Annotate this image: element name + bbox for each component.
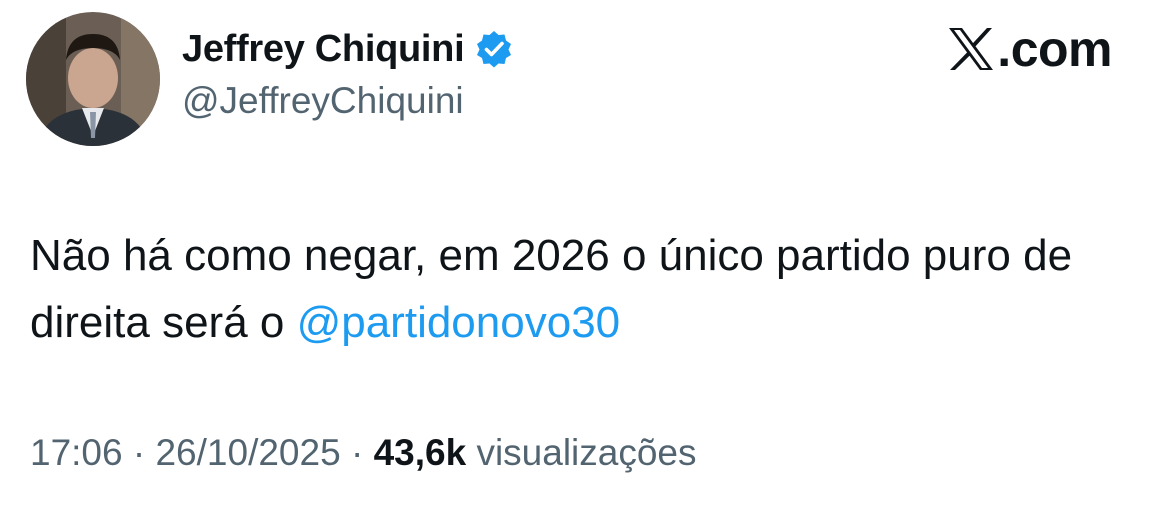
avatar[interactable] <box>26 12 160 146</box>
x-logo-icon <box>949 28 994 70</box>
tweet-time[interactable]: 17:06 <box>30 432 123 473</box>
meta-separator: · <box>122 432 156 473</box>
views-label: visualizações <box>476 432 697 473</box>
author-header: Jeffrey Chiquini <box>182 26 514 72</box>
views-count[interactable]: 43,6k <box>374 432 467 473</box>
tweet-text: Não há como negar, em 2026 o único parti… <box>30 222 1130 356</box>
verified-badge-icon <box>477 31 512 68</box>
meta-separator: · <box>340 432 374 473</box>
site-label: .com <box>947 24 1112 74</box>
author-handle[interactable]: @JeffreyChiquini <box>182 80 464 122</box>
profile-photo <box>26 12 160 146</box>
display-name[interactable]: Jeffrey Chiquini <box>182 28 465 71</box>
site-suffix: .com <box>997 21 1112 77</box>
tweet-date[interactable]: 26/10/2025 <box>155 432 340 473</box>
tweet-meta: 17:06 · 26/10/2025 · 43,6k visualizações <box>30 432 697 474</box>
mention-link[interactable]: @partidonovo30 <box>297 298 621 347</box>
